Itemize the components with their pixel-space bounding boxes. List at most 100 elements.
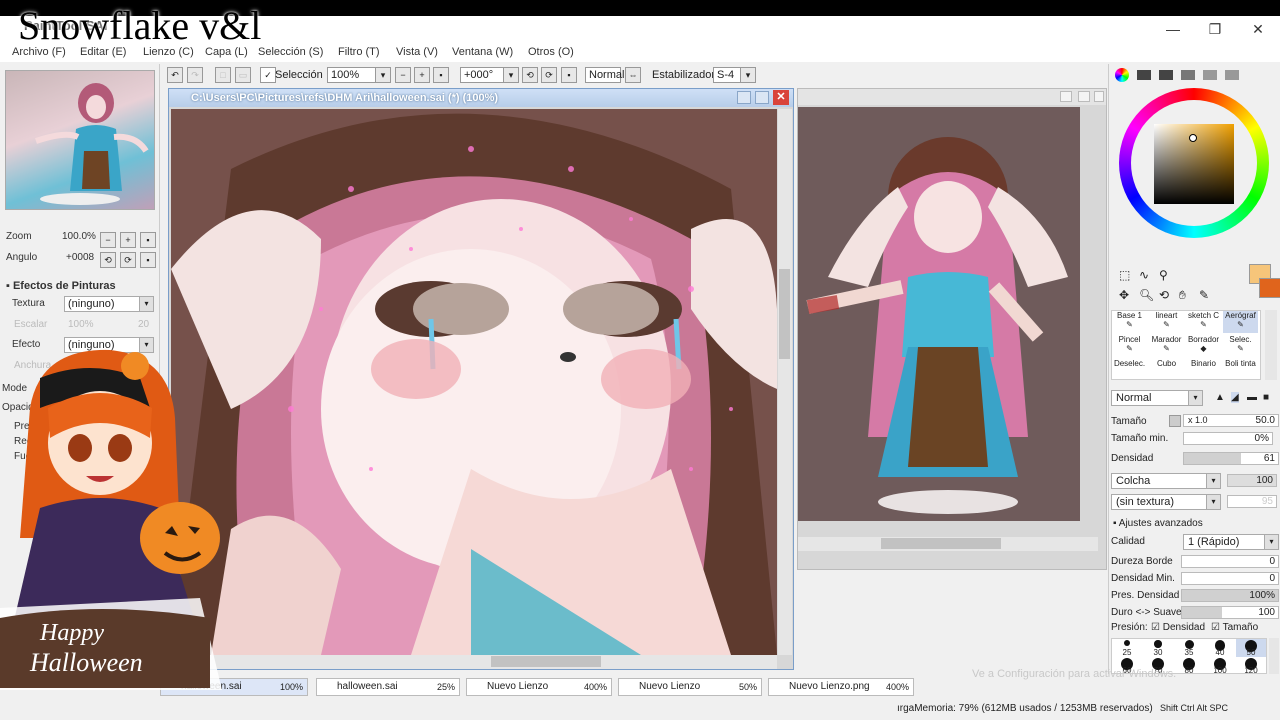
angle-dropdown-button[interactable]: ▾ [503,67,519,83]
preview-maximize-button[interactable] [1078,91,1090,102]
brush-shape-select[interactable]: Colcha ▾ [1111,473,1221,489]
brush-pincel[interactable]: Pincel ✎ [1112,335,1147,357]
nav-rotate-reset-button[interactable]: ▪ [140,252,156,268]
brush-size-preset[interactable]: 30 [1143,639,1173,657]
stabilizer-dropdown-button[interactable]: ▾ [740,67,756,83]
close-button[interactable]: ✕ [1243,20,1273,38]
brush-binary[interactable]: Binario [1186,359,1221,381]
zoom-out-button[interactable]: − [395,67,411,83]
magic-wand-icon[interactable]: ⚲ [1159,268,1168,282]
zoom-in-button[interactable]: + [414,67,430,83]
nav-zoom-out-button[interactable]: − [100,232,116,248]
brush-texture-select[interactable]: (sin textura) ▾ [1111,494,1221,510]
undo-button[interactable]: ↶ [167,67,183,83]
move-icon[interactable]: ✥ [1119,288,1129,302]
size-slider[interactable]: x 1.0 50.0 [1183,414,1279,427]
swatches-icon[interactable] [1203,70,1217,80]
brush-blend-select[interactable]: Normal ▾ [1111,390,1203,406]
hand-tool-icon[interactable]: ✋︎ [1179,288,1186,303]
brush-ink-pen[interactable]: Boli tinta [1223,359,1258,381]
menu-ventana[interactable]: Ventana (W) [452,46,513,58]
hard-soft-slider[interactable]: 100 [1181,606,1279,619]
tab-nuevo-lienzo-png[interactable]: Nuevo Lienzo.png 400% [768,678,914,696]
shape-round-icon[interactable]: ◢ [1231,392,1239,403]
density-slider[interactable]: 61 [1183,452,1279,465]
redo-button[interactable]: ↷ [187,67,203,83]
zoom-reset-button[interactable]: ▪ [433,67,449,83]
brush-presets-scrollbar[interactable] [1269,638,1279,674]
minimize-button[interactable]: — [1158,20,1188,38]
angle-field[interactable]: +000° [460,67,504,83]
color-picker-cursor[interactable] [1189,134,1197,142]
selection-checkbox[interactable]: ✓ [260,67,276,83]
brush-size-preset[interactable]: 25 [1112,639,1142,657]
tab-halloween-25[interactable]: halloween.sai 25% [316,678,460,696]
min-density-slider[interactable]: 0 [1181,572,1279,585]
canvas-close-button[interactable]: ✕ [773,90,789,105]
canvas-minimize-button[interactable] [737,91,751,104]
brush-size-preset[interactable]: 120 [1236,657,1266,675]
shape-square-icon[interactable]: ■ [1263,392,1269,403]
brush-size-preset[interactable]: 35 [1174,639,1204,657]
brush-texture-strength[interactable]: 95 [1227,495,1277,508]
canvas-artwork[interactable] [171,109,777,655]
canvas-vertical-scroll-thumb[interactable] [779,269,790,359]
preview-minimize-button[interactable] [1060,91,1072,102]
navigator-thumbnail[interactable] [5,70,155,210]
brush-size-preset[interactable]: 100 [1205,657,1235,675]
brush-deselect[interactable]: Deselec. [1112,359,1147,381]
invert-selection-button[interactable]: ▭ [235,67,251,83]
menu-otros[interactable]: Otros (O) [528,46,574,58]
pressure-size-checkbox[interactable]: ☑ Tamaño [1211,622,1258,633]
canvas-vertical-scrollbar[interactable] [778,109,792,655]
maximize-button[interactable]: ❐ [1200,20,1230,38]
shape-flat-icon[interactable]: ▬ [1247,392,1257,403]
brush-bucket[interactable]: Cubo [1149,359,1184,381]
brush-size-preset[interactable]: 80 [1174,657,1204,675]
tab-nuevo-lienzo-400[interactable]: Nuevo Lienzo 400% [466,678,612,696]
hsv-slider-icon[interactable] [1159,70,1173,80]
edge-hardness-slider[interactable]: 0 [1181,555,1279,568]
menu-seleccion[interactable]: Selección (S) [258,46,323,58]
gradient-icon[interactable] [1181,70,1195,80]
rect-select-icon[interactable]: ⬚ [1119,268,1130,282]
preview-horizontal-scrollbar[interactable] [798,537,1098,551]
rotate-tool-icon[interactable]: ⟲ [1159,288,1169,302]
brush-size-preset[interactable]: 50 [1236,639,1266,657]
texture-select[interactable]: (ninguno) ▾ [64,296,154,312]
brush-sketch[interactable]: sketch C ✎ [1186,311,1221,333]
shape-triangle-icon[interactable]: ▲ [1215,392,1225,403]
nav-rotate-left-button[interactable]: ⟲ [100,252,116,268]
brush-base1[interactable]: Base 1 ✎ [1112,311,1147,333]
quality-select[interactable]: 1 (Rápido) ▾ [1183,534,1279,550]
tab-nuevo-lienzo-50[interactable]: Nuevo Lienzo 50% [618,678,762,696]
menu-filtro[interactable]: Filtro (T) [338,46,380,58]
pressure-density-slider[interactable]: 100% [1181,589,1279,602]
rotate-left-button[interactable]: ⟲ [522,67,538,83]
flip-button[interactable]: ⇔ [625,67,641,83]
pressure-density-checkbox[interactable]: ☑ Densidad [1151,622,1205,633]
brush-shape-strength[interactable]: 100 [1227,474,1277,487]
brush-eraser[interactable]: Borrador ◆ [1186,335,1221,357]
rgb-slider-icon[interactable] [1137,70,1151,80]
rotate-reset-button[interactable]: ▪ [561,67,577,83]
brush-marker[interactable]: Marador ✎ [1149,335,1184,357]
canvas-maximize-button[interactable] [755,91,769,104]
menu-vista[interactable]: Vista (V) [396,46,438,58]
rotate-right-button[interactable]: ⟳ [541,67,557,83]
blend-mode-field[interactable]: Normal [585,67,624,83]
secondary-color-swatch[interactable] [1259,278,1280,298]
preview-close-button[interactable] [1094,91,1104,102]
brush-lineart[interactable]: lineart ✎ [1149,311,1184,333]
nav-rotate-right-button[interactable]: ⟳ [120,252,136,268]
canvas-horizontal-scrollbar[interactable] [171,655,777,669]
canvas-horizontal-scroll-thumb[interactable] [491,656,601,667]
brush-size-preset[interactable]: 40 [1205,639,1235,657]
preview-artwork[interactable] [798,107,1080,521]
zoom-dropdown-button[interactable]: ▾ [375,67,391,83]
scratchpad-icon[interactable] [1225,70,1239,80]
nav-zoom-reset-button[interactable]: ▪ [140,232,156,248]
brush-airbrush[interactable]: Aerógraf ✎ [1223,311,1258,333]
zoom-tool-icon[interactable]: 🔍︎ [1139,288,1154,302]
brush-select[interactable]: Selec. ✎ [1223,335,1258,357]
